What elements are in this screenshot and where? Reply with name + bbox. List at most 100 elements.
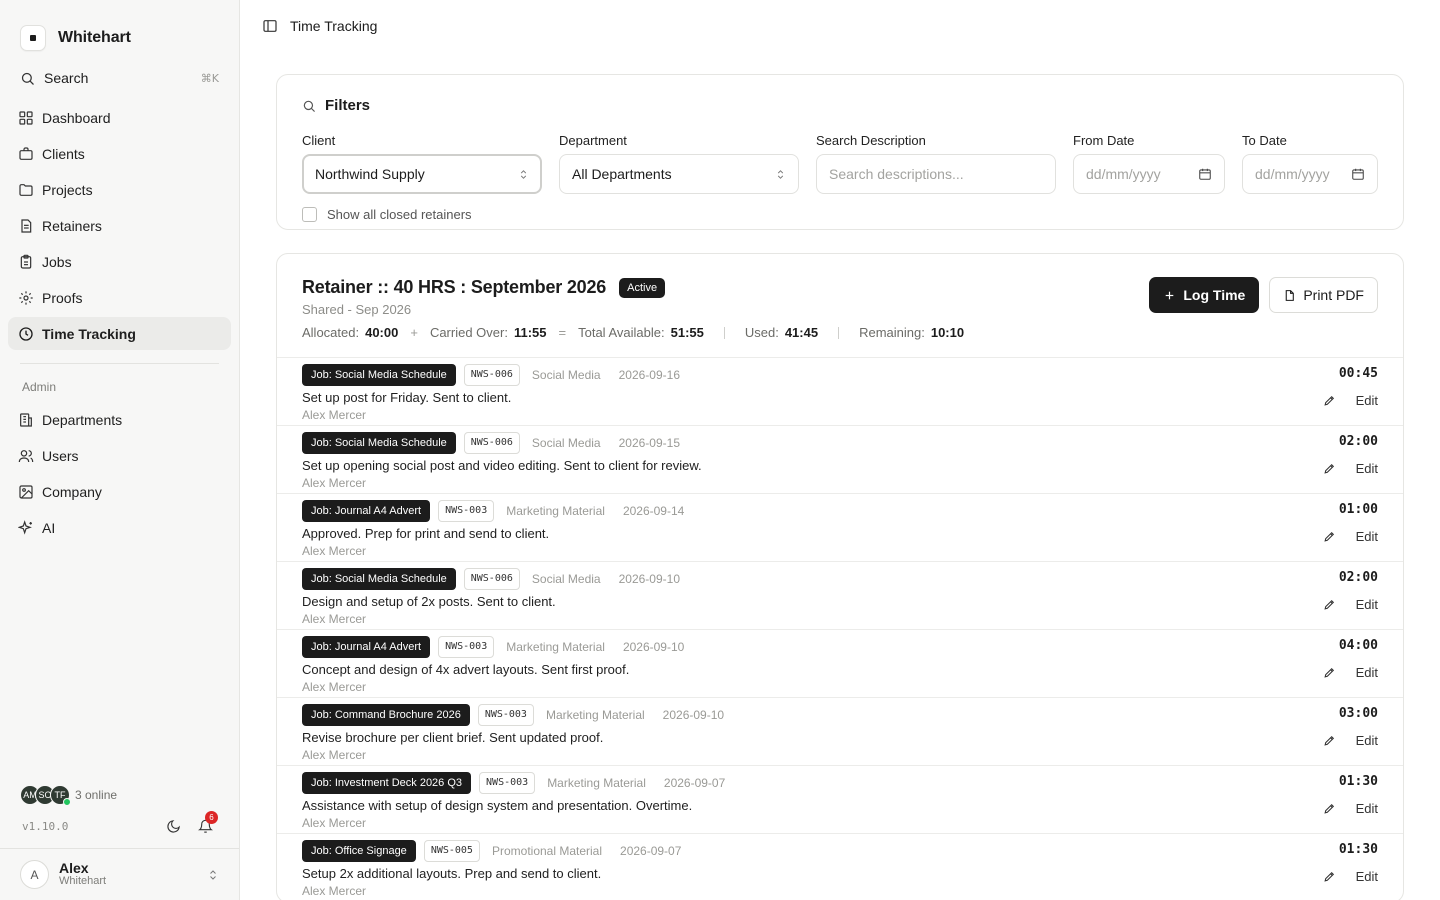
edit-button[interactable]: Edit [1356, 801, 1378, 816]
sidebar-item-projects[interactable]: Projects [8, 173, 231, 206]
closed-retainers-checkbox[interactable] [302, 207, 317, 222]
theme-toggle-button[interactable] [161, 814, 185, 838]
calendar-icon[interactable] [1198, 167, 1212, 181]
job-tag[interactable]: Job: Social Media Schedule [302, 364, 456, 386]
admin-nav: Departments Users Company AI [0, 403, 239, 547]
client-select[interactable]: Northwind Supply [302, 154, 542, 194]
search-shortcut: ⌘K [200, 71, 219, 85]
job-tag[interactable]: Job: Office Signage [302, 840, 416, 862]
to-date-input[interactable]: dd/mm/yyyy [1242, 154, 1378, 194]
sidebar-item-label: Company [42, 483, 102, 500]
job-tag[interactable]: Job: Journal A4 Advert [302, 500, 431, 522]
sidebar-item-retainers[interactable]: Retainers [8, 209, 231, 242]
department-select[interactable]: All Departments [559, 154, 799, 194]
client-filter: Client Northwind Supply [302, 133, 542, 194]
pencil-icon[interactable] [1323, 530, 1336, 543]
sidebar-item-jobs[interactable]: Jobs [8, 245, 231, 278]
allocated-value: 40:00 [365, 325, 399, 340]
entry-hours: 02:00 [1338, 570, 1378, 585]
chevron-up-down-icon [777, 169, 784, 179]
plus-sign: + [410, 325, 418, 340]
online-presence[interactable]: AM SO TF 3 online [0, 783, 239, 807]
dashboard-icon [19, 110, 33, 125]
sidebar-item-time-tracking[interactable]: Time Tracking [8, 317, 231, 350]
moon-icon [166, 819, 180, 833]
entry-description: Concept and design of 4x advert layouts.… [302, 662, 630, 677]
user-name: Alex [59, 860, 89, 877]
sidebar-item-departments[interactable]: Departments [8, 403, 231, 436]
sidebar-item-proofs[interactable]: Proofs [8, 281, 231, 314]
job-tag[interactable]: Job: Journal A4 Advert [302, 636, 431, 658]
department-filter: Department All Departments [559, 133, 799, 194]
file-icon [1286, 289, 1295, 301]
main-nav: Dashboard Clients Projects Retainers Job… [0, 101, 239, 353]
edit-button[interactable]: Edit [1356, 665, 1378, 680]
print-pdf-button[interactable]: Print PDF [1269, 277, 1378, 313]
pencil-icon[interactable] [1323, 870, 1336, 883]
retainer-stats: Allocated: 40:00 + Carried Over: 11:55 =… [302, 325, 1378, 340]
sidebar-item-label: Projects [42, 181, 93, 198]
edit-entry: Edit [1323, 597, 1378, 612]
entry-department: Social Media [531, 436, 601, 450]
sidebar-search[interactable]: Search ⌘K [0, 64, 239, 92]
job-code: NWS-006 [463, 432, 520, 454]
sidebar-item-ai[interactable]: AI [8, 511, 231, 544]
job-tag[interactable]: Job: Command Brochure 2026 [302, 704, 470, 726]
entry-hours: 01:00 [1338, 502, 1378, 517]
from-date-placeholder: dd/mm/yyyy [1086, 166, 1161, 182]
edit-button[interactable]: Edit [1356, 597, 1378, 612]
entry-hours: 01:30 [1338, 774, 1378, 789]
entry-tags: Job: Social Media Schedule NWS-006 Socia… [302, 432, 1378, 454]
edit-entry: Edit [1323, 529, 1378, 544]
edit-button[interactable]: Edit [1356, 461, 1378, 476]
edit-button[interactable]: Edit [1356, 393, 1378, 408]
entry-user: Alex Mercer [302, 884, 367, 898]
log-time-button[interactable]: Log Time [1149, 277, 1260, 313]
sidebar-item-clients[interactable]: Clients [8, 137, 231, 170]
sidebar-item-label: Users [42, 447, 79, 464]
sidebar-item-company[interactable]: Company [8, 475, 231, 508]
entry-date: 2026-09-16 [618, 368, 680, 382]
entry-hours: 03:00 [1338, 706, 1378, 721]
chevron-up-down-icon [210, 869, 216, 880]
sidebar-item-users[interactable]: Users [8, 439, 231, 472]
from-date-input[interactable]: dd/mm/yyyy [1073, 154, 1225, 194]
entry-hours: 01:30 [1338, 842, 1378, 857]
pencil-icon[interactable] [1323, 598, 1336, 611]
sidebar-toggle-icon[interactable] [262, 18, 278, 34]
stats-divider [723, 326, 725, 339]
user-menu[interactable]: A Alex Whitehart [0, 848, 239, 900]
job-tag[interactable]: Job: Investment Deck 2026 Q3 [302, 772, 472, 794]
entry-department: Social Media [531, 368, 601, 382]
image-icon [19, 484, 33, 499]
entry-tags: Job: Investment Deck 2026 Q3 NWS-003 Mar… [302, 772, 1378, 794]
entry-department: Promotional Material [491, 844, 603, 858]
pencil-icon[interactable] [1323, 666, 1336, 679]
content: Filters Client Northwind Supply Departme… [240, 52, 1440, 900]
notifications-button[interactable]: 6 [193, 811, 218, 838]
edit-button[interactable]: Edit [1356, 529, 1378, 544]
edit-button[interactable]: Edit [1356, 869, 1378, 884]
entry-date: 2026-09-15 [618, 436, 680, 450]
clock-icon [19, 326, 33, 341]
pencil-icon[interactable] [1323, 802, 1336, 815]
job-tag[interactable]: Job: Social Media Schedule [302, 432, 456, 454]
building-icon [20, 412, 32, 427]
edit-button[interactable]: Edit [1356, 733, 1378, 748]
brand-name: Whitehart [58, 28, 131, 46]
entry-hours: 02:00 [1338, 434, 1378, 449]
pencil-icon[interactable] [1323, 734, 1336, 747]
edit-entry: Edit [1323, 801, 1378, 816]
brand[interactable]: Whitehart [0, 0, 239, 56]
closed-retainers-toggle[interactable]: Show all closed retainers [302, 207, 1378, 222]
sidebar-item-dashboard[interactable]: Dashboard [8, 101, 231, 134]
entry-tags: Job: Social Media Schedule NWS-006 Socia… [302, 568, 1378, 590]
search-description-input[interactable]: Search descriptions... [816, 154, 1056, 194]
pencil-icon[interactable] [1323, 462, 1336, 475]
retainer-title: Retainer :: 40 HRS : September 2026 [302, 277, 607, 297]
calendar-icon[interactable] [1351, 167, 1365, 181]
job-tag[interactable]: Job: Social Media Schedule [302, 568, 456, 590]
pencil-icon[interactable] [1323, 394, 1336, 407]
sidebar-item-label: Retainers [42, 217, 102, 234]
edit-entry: Edit [1323, 461, 1378, 476]
